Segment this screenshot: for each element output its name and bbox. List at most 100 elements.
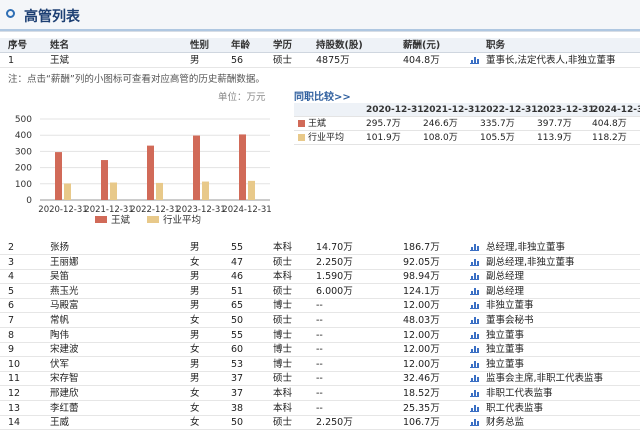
table-row: 12 邢建欣 女 37 本科 -- 18.52万 非职工代表监事 bbox=[0, 386, 640, 401]
cell-name: 燕玉光 bbox=[50, 285, 79, 297]
table-row: 6 马殿富 男 65 博士 -- 12.00万 非独立董事 bbox=[0, 298, 640, 314]
cell-name: 吴笛 bbox=[50, 271, 70, 283]
salary-chart-icon[interactable] bbox=[470, 330, 479, 339]
salary-chart-icon[interactable] bbox=[470, 55, 479, 64]
cell-index: 12 bbox=[8, 388, 21, 399]
y-tick-label: 100 bbox=[15, 180, 32, 190]
x-tick-label: 2023-12-31 bbox=[176, 205, 225, 215]
compare-cell: 246.6万 bbox=[423, 119, 458, 129]
salary-chart-icon[interactable] bbox=[470, 300, 479, 310]
compare-cell: 397.7万 bbox=[537, 119, 572, 129]
compare-year: 2020-12-31 bbox=[366, 105, 424, 115]
y-tick-label: 0 bbox=[26, 196, 32, 206]
col-header-education: 学历 bbox=[273, 40, 293, 51]
salary-chart-icon[interactable] bbox=[470, 315, 479, 324]
compare-year: 2023-12-31 bbox=[537, 105, 595, 115]
table-row: 13 李红蕾 女 38 本科 -- 25.35万 职工代表监事 bbox=[0, 401, 640, 416]
salary-bar-chart: 0 100 200 300 400 500 2020-12-312021-12-312022… bbox=[15, 115, 272, 226]
cell-shares: 6.000万 bbox=[316, 285, 353, 297]
salary-chart-icon[interactable] bbox=[470, 286, 479, 295]
cell-education: 硕士 bbox=[273, 373, 293, 385]
peer-compare-link[interactable]: 同职比较>> bbox=[294, 88, 351, 103]
cell-age: 38 bbox=[231, 402, 244, 414]
table-row: 5 燕玉光 男 51 硕士 6.000万 124.1万 副总经理 bbox=[0, 284, 640, 299]
table-row: 10 伏军 男 53 博士 -- 12.00万 独立董事 bbox=[0, 357, 640, 372]
bar-wangbin bbox=[147, 145, 154, 200]
table-row: 11 宋存智 男 37 硕士 -- 32.46万 监事会主席,非职工代表监事 bbox=[0, 371, 640, 387]
bar-industry-avg bbox=[110, 182, 117, 200]
cell-index: 3 bbox=[8, 256, 15, 268]
compare-year: 2021-12-31 bbox=[423, 105, 481, 115]
series-swatch bbox=[298, 134, 305, 141]
cell-gender: 男 bbox=[190, 329, 200, 341]
cell-gender: 男 bbox=[190, 358, 200, 370]
table-row: 2 张扬 男 55 本科 14.70万 186.7万 总经理,非独立董事 bbox=[0, 240, 640, 255]
cell-salary: 48.03万 bbox=[403, 315, 440, 326]
compare-row-label: 王斌 bbox=[308, 119, 327, 129]
cell-age: 50 bbox=[231, 315, 244, 326]
col-header-position: 职务 bbox=[486, 40, 506, 51]
compare-year: 2024-12-31 bbox=[592, 105, 640, 115]
cell-position: 副总经理 bbox=[486, 285, 525, 297]
salary-chart-icon[interactable] bbox=[470, 271, 479, 281]
salary-chart-icon[interactable] bbox=[470, 388, 479, 397]
cell-salary: 92.05万 bbox=[403, 256, 440, 268]
cell-position: 董事长,法定代表人,非独立董事 bbox=[486, 55, 616, 66]
x-tick-label: 2022-12-31 bbox=[130, 205, 179, 215]
cell-shares: 1.590万 bbox=[316, 271, 353, 283]
cell-age: 56 bbox=[231, 55, 244, 66]
table-row: 14 王威 女 50 硕士 2.250万 106.7万 财务总监 bbox=[0, 415, 640, 430]
cell-index: 9 bbox=[8, 344, 15, 356]
salary-chart-icon[interactable] bbox=[470, 344, 479, 354]
cell-gender: 女 bbox=[190, 315, 200, 326]
cell-index: 7 bbox=[8, 315, 15, 326]
salary-chart-icon[interactable] bbox=[470, 257, 479, 266]
legend-swatch bbox=[147, 216, 159, 223]
cell-education: 博士 bbox=[273, 300, 293, 312]
cell-age: 47 bbox=[231, 256, 244, 268]
compare-cell: 335.7万 bbox=[480, 119, 515, 129]
legend-label: 王斌 bbox=[111, 214, 131, 226]
cell-education: 本科 bbox=[273, 402, 293, 414]
cell-education: 博士 bbox=[273, 344, 293, 356]
cell-position: 非独立董事 bbox=[486, 300, 534, 312]
cell-name: 马殿富 bbox=[50, 300, 79, 312]
cell-shares: -- bbox=[316, 373, 323, 385]
compare-row: 行业平均 101.9万 108.0万 105.5万 113.9万 118.2万 bbox=[294, 131, 640, 145]
cell-gender: 女 bbox=[190, 402, 200, 414]
col-header-name: 姓名 bbox=[50, 40, 70, 51]
cell-age: 55 bbox=[231, 242, 244, 253]
cell-education: 本科 bbox=[273, 271, 293, 283]
circle-bullet-icon bbox=[6, 9, 15, 18]
cell-position: 副总经理,非独立董事 bbox=[486, 256, 575, 268]
cell-age: 46 bbox=[231, 271, 244, 283]
salary-chart-icon[interactable] bbox=[470, 403, 479, 412]
cell-gender: 男 bbox=[190, 300, 200, 312]
cell-gender: 男 bbox=[190, 55, 200, 66]
bar-wangbin bbox=[55, 152, 62, 200]
col-header-salary: 薪酬(元) bbox=[403, 40, 441, 51]
cell-position: 监事会主席,非职工代表监事 bbox=[486, 373, 604, 385]
compare-cell: 105.5万 bbox=[480, 133, 515, 143]
col-header-age: 年龄 bbox=[231, 40, 251, 51]
cell-name: 宋存智 bbox=[50, 373, 79, 385]
bar-industry-avg bbox=[248, 180, 255, 200]
cell-name: 王斌 bbox=[50, 55, 70, 66]
y-tick-label: 300 bbox=[15, 147, 32, 157]
cell-gender: 男 bbox=[190, 242, 200, 253]
salary-chart-icon[interactable] bbox=[470, 242, 479, 251]
salary-chart-icon[interactable] bbox=[470, 359, 479, 368]
compare-row-label: 行业平均 bbox=[308, 133, 345, 143]
cell-age: 37 bbox=[231, 388, 244, 399]
cell-shares: -- bbox=[316, 402, 323, 414]
cell-shares: -- bbox=[316, 358, 323, 370]
cell-gender: 女 bbox=[190, 256, 200, 268]
salary-chart-icon[interactable] bbox=[470, 373, 479, 383]
salary-chart-icon[interactable] bbox=[470, 417, 479, 427]
cell-age: 53 bbox=[231, 358, 244, 370]
table-row: 8 陶伟 男 55 博士 -- 12.00万 独立董事 bbox=[0, 328, 640, 343]
compare-cell: 404.8万 bbox=[592, 119, 627, 129]
cell-salary: 98.94万 bbox=[403, 271, 440, 283]
cell-name: 王威 bbox=[50, 417, 70, 429]
cell-age: 65 bbox=[231, 300, 244, 312]
